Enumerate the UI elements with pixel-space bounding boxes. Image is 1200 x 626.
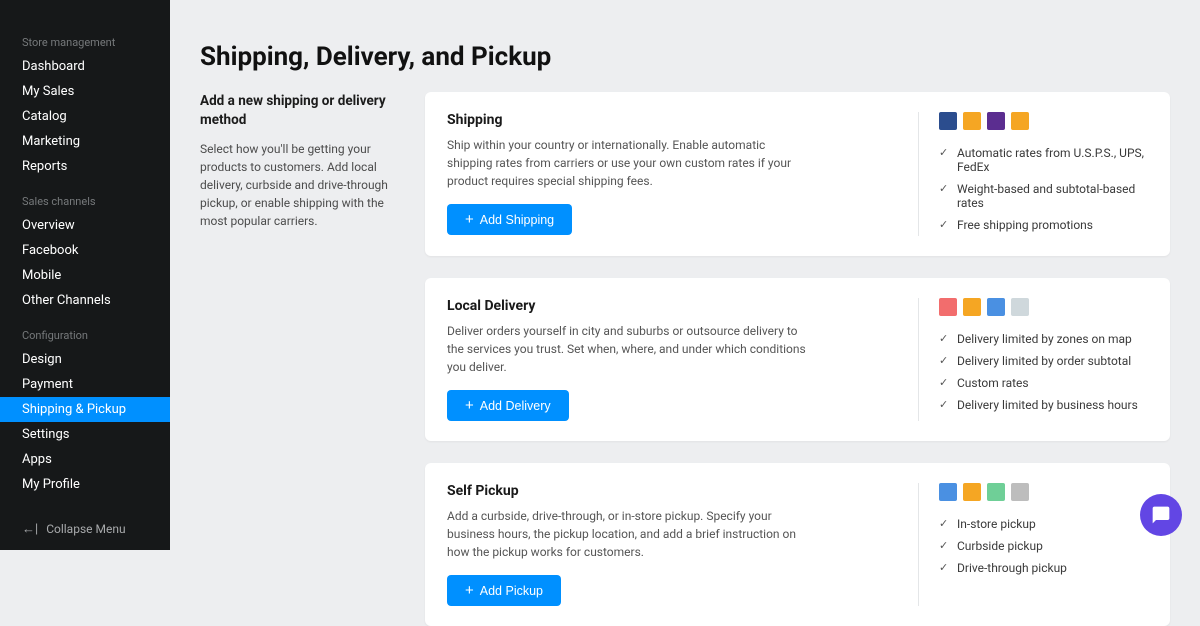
collapse-menu[interactable]: ←| Collapse Menu — [0, 507, 170, 551]
sidebar-item-my-sales[interactable]: My Sales — [0, 79, 170, 104]
feature-item: Delivery limited by zones on map — [939, 328, 1148, 350]
feature-item: Delivery limited by order subtotal — [939, 350, 1148, 372]
sidebar-item-facebook[interactable]: Facebook — [0, 238, 170, 263]
button-label: Add Shipping — [480, 213, 554, 227]
sidebar-item-payment[interactable]: Payment — [0, 372, 170, 397]
sidebar-item-marketing[interactable]: Marketing — [0, 129, 170, 154]
feature-list: Delivery limited by zones on mapDelivery… — [939, 328, 1148, 416]
feature-item: Weight-based and subtotal-based rates — [939, 178, 1148, 214]
add-self-pickup-button[interactable]: + Add Pickup — [447, 575, 561, 606]
button-label: Add Delivery — [480, 399, 551, 413]
chat-icon — [1151, 505, 1171, 525]
card-description: Ship within your country or internationa… — [447, 136, 807, 190]
sidebar-heading: Store management — [0, 30, 170, 54]
sidebar-item-apps[interactable]: Apps — [0, 447, 170, 472]
page-title: Shipping, Delivery, and Pickup — [200, 42, 1170, 72]
sidebar-item-other-channels[interactable]: Other Channels — [0, 288, 170, 313]
sidebar-item-dashboard[interactable]: Dashboard — [0, 54, 170, 79]
feature-item: In-store pickup — [939, 513, 1148, 535]
feature-item: Custom rates — [939, 372, 1148, 394]
card-self-pickup: Self Pickup Add a curbside, drive-through… — [425, 463, 1170, 626]
feature-icons — [939, 298, 1148, 316]
card-local-delivery: Local Delivery Deliver orders yourself in… — [425, 278, 1170, 441]
feature-icons — [939, 112, 1148, 130]
intro-heading: Add a new shipping or delivery method — [200, 92, 395, 130]
feature-icons — [939, 483, 1148, 501]
plus-icon: + — [465, 398, 474, 413]
pin-icon — [939, 298, 957, 316]
sidebar-item-my-profile[interactable]: My Profile — [0, 472, 170, 497]
building-icon — [1011, 483, 1029, 501]
feature-item: Automatic rates from U.S.P.S., UPS, FedE… — [939, 142, 1148, 178]
store-icon — [963, 483, 981, 501]
calendar-icon — [987, 298, 1005, 316]
add-local-delivery-button[interactable]: + Add Delivery — [447, 390, 569, 421]
ups-icon — [963, 112, 981, 130]
sidebar-item-overview[interactable]: Overview — [0, 213, 170, 238]
button-label: Add Pickup — [480, 584, 543, 598]
cards-list: Shipping Ship within your country or inte… — [425, 92, 1170, 626]
feature-item: Drive-through pickup — [939, 557, 1148, 579]
card-description: Add a curbside, drive-through, or in-sto… — [447, 507, 807, 561]
feature-item: Free shipping promotions — [939, 214, 1148, 236]
feature-list: In-store pickupCurbside pickupDrive-thro… — [939, 513, 1148, 579]
collapse-label: Collapse Menu — [46, 522, 125, 536]
calendar-icon — [1011, 112, 1029, 130]
card-title: Local Delivery — [447, 298, 898, 314]
main-content: Shipping, Delivery, and Pickup Add a new… — [170, 0, 1200, 550]
sidebar-item-design[interactable]: Design — [0, 347, 170, 372]
sidebar-heading: Configuration — [0, 323, 170, 347]
car-icon — [987, 483, 1005, 501]
sidebar-item-mobile[interactable]: Mobile — [0, 263, 170, 288]
person-icon — [939, 483, 957, 501]
sidebar: Store managementDashboardMy SalesCatalog… — [0, 0, 170, 550]
plus-icon: + — [465, 212, 474, 227]
chat-launcher-button[interactable] — [1140, 494, 1182, 536]
plus-icon: + — [465, 583, 474, 598]
price-icon — [963, 298, 981, 316]
card-title: Shipping — [447, 112, 898, 128]
sidebar-item-shipping-pickup[interactable]: Shipping & Pickup — [0, 397, 170, 422]
intro-panel: Add a new shipping or delivery method Se… — [200, 92, 395, 626]
feature-list: Automatic rates from U.S.P.S., UPS, FedE… — [939, 142, 1148, 236]
feature-item: Delivery limited by business hours — [939, 394, 1148, 416]
usps-icon — [939, 112, 957, 130]
fedex-icon — [987, 112, 1005, 130]
sidebar-item-reports[interactable]: Reports — [0, 154, 170, 179]
card-description: Deliver orders yourself in city and subu… — [447, 322, 807, 376]
sidebar-item-catalog[interactable]: Catalog — [0, 104, 170, 129]
sidebar-heading: Sales channels — [0, 189, 170, 213]
card-shipping: Shipping Ship within your country or inte… — [425, 92, 1170, 256]
intro-text: Select how you'll be getting your produc… — [200, 140, 395, 230]
card-title: Self Pickup — [447, 483, 898, 499]
feature-item: Curbside pickup — [939, 535, 1148, 557]
collapse-arrow-icon: ←| — [22, 521, 38, 537]
add-shipping-button[interactable]: + Add Shipping — [447, 204, 572, 235]
schedule-icon — [1011, 298, 1029, 316]
sidebar-item-settings[interactable]: Settings — [0, 422, 170, 447]
